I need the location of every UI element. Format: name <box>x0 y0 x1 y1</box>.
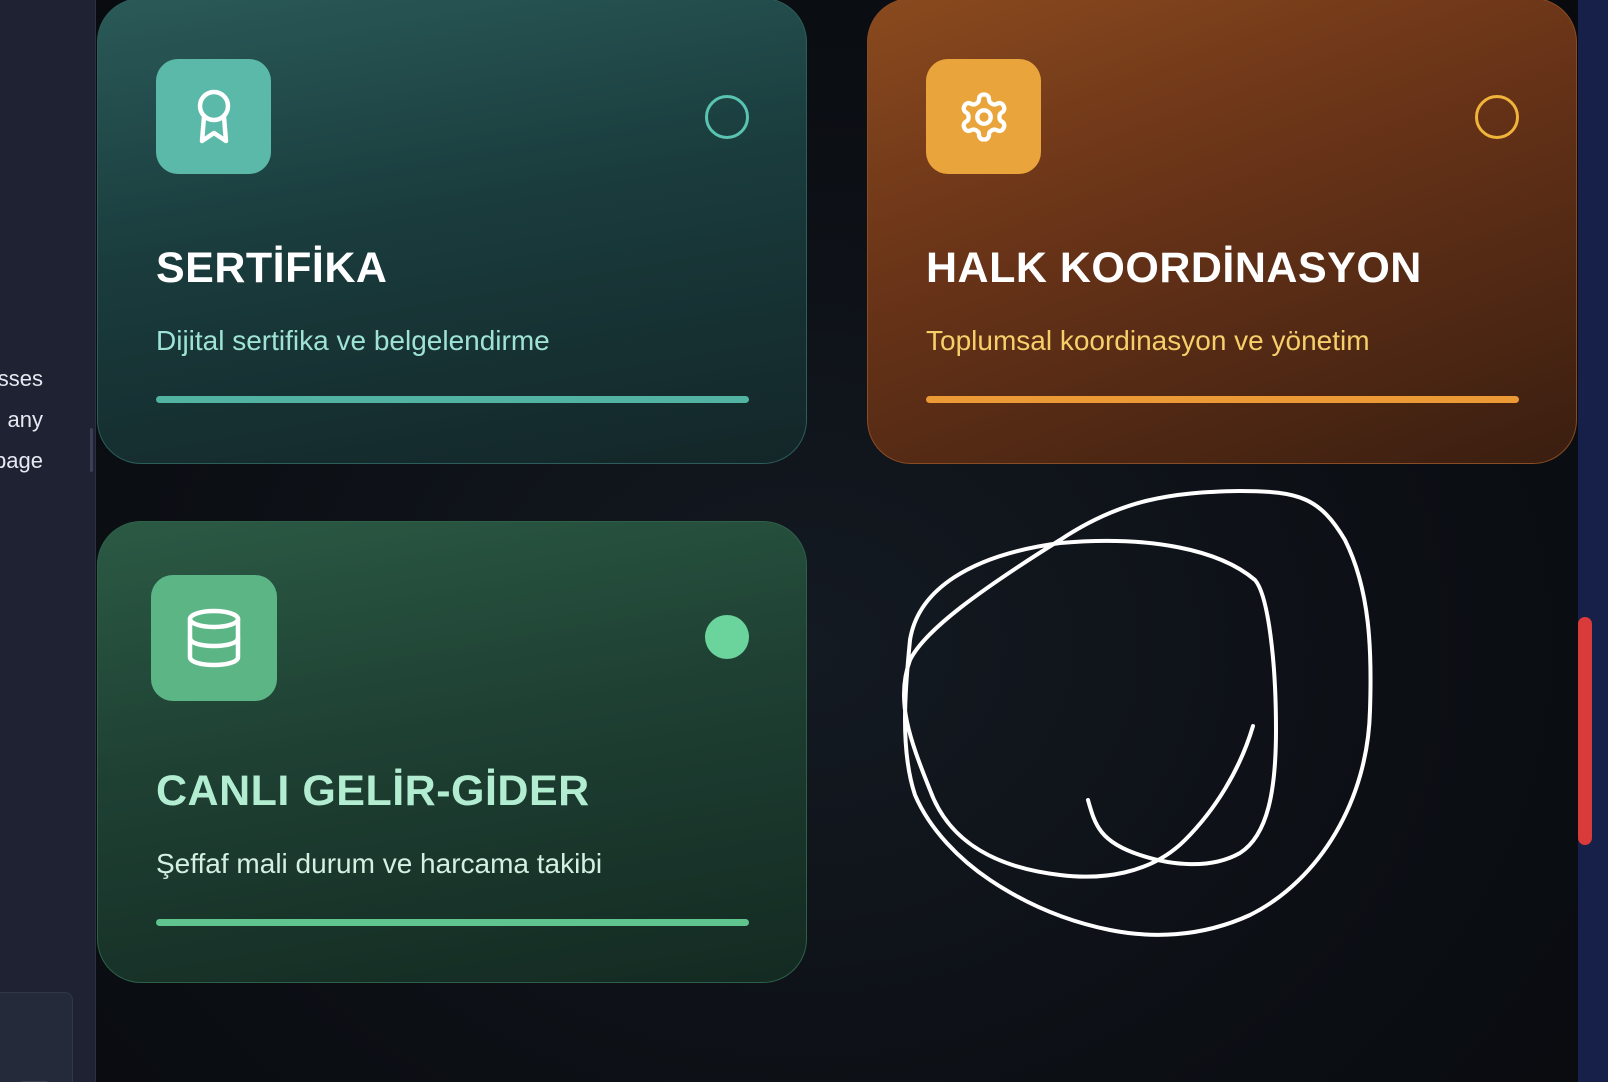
right-panel-edge <box>1578 0 1608 1082</box>
sidebar-text-line: sses <box>0 366 43 391</box>
page: sses any page SERTİFİKA Dijital sertifik… <box>0 0 1608 1082</box>
sidebar-text-line: any <box>7 407 43 432</box>
card-description: Dijital sertifika ve belgelendirme <box>156 325 550 356</box>
status-indicator-active[interactable] <box>705 615 749 659</box>
card-title: CANLI GELİR-GİDER <box>156 767 590 815</box>
sidebar-panel <box>0 992 73 1082</box>
sidebar-text: sses any page <box>0 358 43 481</box>
sidebar: sses any page <box>0 0 96 1082</box>
card-progress-bar <box>156 919 749 926</box>
card-sertifika[interactable]: SERTİFİKA Dijital sertifika ve belgelend… <box>97 0 807 464</box>
award-icon <box>156 59 271 174</box>
status-indicator[interactable] <box>705 95 749 139</box>
card-halk-koordinasyon[interactable]: HALK KOORDİNASYON Toplumsal koordinasyon… <box>867 0 1577 464</box>
card-progress-bar <box>926 396 1519 403</box>
gear-icon <box>926 59 1041 174</box>
database-icon <box>151 575 277 701</box>
sidebar-resize-handle[interactable] <box>90 428 93 472</box>
card-progress-bar <box>156 396 749 403</box>
card-description: Şeffaf mali durum ve harcama takibi <box>156 848 603 879</box>
card-description: Toplumsal koordinasyon ve yönetim <box>926 325 1370 356</box>
card-canli-gelir-gider[interactable]: CANLI GELİR-GİDER Şeffaf mali durum ve h… <box>97 521 807 983</box>
status-indicator[interactable] <box>1475 95 1519 139</box>
sidebar-text-line: page <box>0 448 43 473</box>
scrollbar-thumb[interactable] <box>1578 617 1592 845</box>
card-title: HALK KOORDİNASYON <box>926 244 1422 292</box>
card-title: SERTİFİKA <box>156 244 388 292</box>
